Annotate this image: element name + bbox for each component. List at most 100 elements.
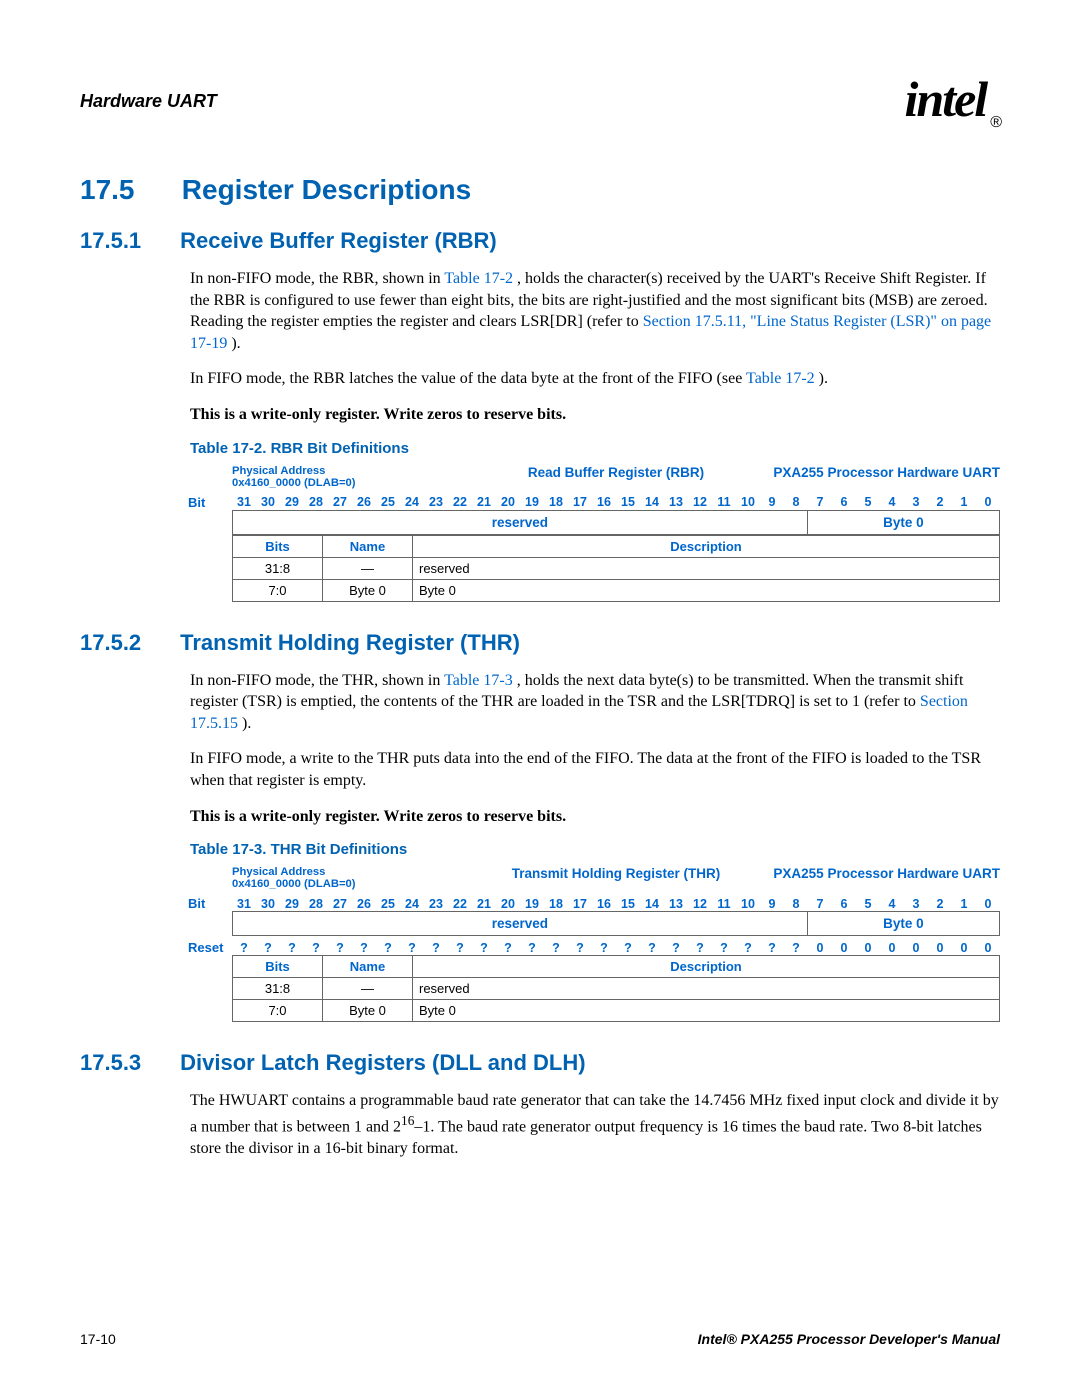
reset-value: ?	[472, 941, 496, 955]
bit-number: 28	[304, 495, 328, 509]
cell-desc: Byte 0	[413, 1000, 1000, 1022]
exponent: 16	[401, 1113, 414, 1128]
bit-number: 5	[856, 897, 880, 911]
intel-logo: intel®	[905, 70, 1000, 132]
heading-17-5-1-title: Receive Buffer Register (RBR)	[180, 228, 497, 253]
text: ).	[231, 335, 240, 352]
label: Physical Address	[232, 465, 488, 477]
bit-number: 26	[352, 495, 376, 509]
bit-number: 12	[688, 495, 712, 509]
reset-value: ?	[448, 941, 472, 955]
table-17-3-regname: Transmit Holding Register (THR)	[488, 866, 744, 890]
bit-number: 16	[592, 495, 616, 509]
bit-number: 28	[304, 897, 328, 911]
reset-value: 0	[904, 941, 928, 955]
col-desc: Description	[413, 535, 1000, 557]
heading-17-5: 17.5 Register Descriptions	[80, 174, 1000, 206]
xref-table-17-3[interactable]: Table 17-3	[444, 672, 513, 689]
bit-number: 4	[880, 495, 904, 509]
bit-number: 5	[856, 495, 880, 509]
bit-number: 20	[496, 495, 520, 509]
footer-page-number: 17-10	[80, 1331, 116, 1347]
bit-number: 3	[904, 495, 928, 509]
bit-number: 4	[880, 897, 904, 911]
table-17-2-bitrow: Bit 313029282726252423222120191817161514…	[188, 495, 1000, 510]
table-row: 31:8—reserved	[233, 557, 1000, 579]
xref-table-17-2-b[interactable]: Table 17-2	[746, 370, 815, 387]
registered-mark: ®	[990, 114, 1000, 131]
bit-number: 16	[592, 897, 616, 911]
bit-number: 9	[760, 495, 784, 509]
table-17-3-chip: PXA255 Processor Hardware UART	[744, 866, 1000, 890]
table-17-2-regname: Read Buffer Register (RBR)	[488, 465, 744, 489]
bit-number: 30	[256, 897, 280, 911]
label: Physical Address	[232, 866, 488, 878]
footer-doc-title: Intel® PXA255 Processor Developer's Manu…	[698, 1331, 1000, 1347]
table-17-2-addr: Physical Address 0x4160_0000 (DLAB=0)	[232, 465, 488, 489]
bit-number: 17	[568, 495, 592, 509]
heading-17-5-2-number: 17.5.2	[80, 630, 174, 656]
value: 0x4160_0000 (DLAB=0)	[232, 477, 488, 489]
table-17-3: Physical Address 0x4160_0000 (DLAB=0) Tr…	[80, 866, 1000, 1022]
reset-value: ?	[688, 941, 712, 955]
heading-17-5-3-number: 17.5.3	[80, 1050, 174, 1076]
bit-number: 31	[232, 897, 256, 911]
bit-number: 13	[664, 897, 688, 911]
text: ).	[242, 715, 251, 732]
value: 0x4160_0000 (DLAB=0)	[232, 878, 488, 890]
page-header: Hardware UART intel®	[80, 70, 1000, 132]
table-17-3-addr: Physical Address 0x4160_0000 (DLAB=0)	[232, 866, 488, 890]
text: In non-FIFO mode, the THR, shown in	[190, 672, 444, 689]
bit-number: 22	[448, 897, 472, 911]
reset-value: 0	[856, 941, 880, 955]
intel-logo-text: intel	[905, 71, 987, 127]
label-bit: Bit	[188, 495, 232, 510]
cell-desc: Byte 0	[413, 579, 1000, 601]
table-17-2-caption: Table 17-2. RBR Bit Definitions	[190, 440, 1000, 457]
bit-number: 0	[976, 897, 1000, 911]
para-17-5-3: The HWUART contains a programmable baud …	[190, 1090, 1000, 1159]
page-footer: 17-10 Intel® PXA255 Processor Developer'…	[80, 1331, 1000, 1347]
table-17-3-resetrow: Reset ????????????????????????00000000	[188, 940, 1000, 955]
reset-value: ?	[328, 941, 352, 955]
reset-value: 0	[976, 941, 1000, 955]
bit-number: 23	[424, 495, 448, 509]
reset-value: ?	[256, 941, 280, 955]
xref-table-17-2[interactable]: Table 17-2	[444, 270, 513, 287]
bit-number: 8	[784, 495, 808, 509]
bit-number: 11	[712, 897, 736, 911]
bit-number: 15	[616, 897, 640, 911]
reset-value: ?	[712, 941, 736, 955]
reset-value: ?	[736, 941, 760, 955]
field-byte0: Byte 0	[808, 912, 999, 935]
bit-number: 24	[400, 495, 424, 509]
heading-17-5-title: Register Descriptions	[182, 174, 471, 205]
bit-number: 27	[328, 495, 352, 509]
table-17-2-header: Physical Address 0x4160_0000 (DLAB=0) Re…	[232, 465, 1000, 489]
bit-number: 12	[688, 897, 712, 911]
table-row: 31:8—reserved	[233, 978, 1000, 1000]
cell-bits: 31:8	[233, 557, 323, 579]
reset-value: 0	[832, 941, 856, 955]
table-17-2-desc: Bits Name Description 31:8—reserved7:0By…	[232, 535, 1000, 602]
heading-17-5-3-title: Divisor Latch Registers (DLL and DLH)	[180, 1050, 585, 1075]
bit-number: 10	[736, 897, 760, 911]
bit-number: 18	[544, 495, 568, 509]
bit-number: 19	[520, 897, 544, 911]
text: In non-FIFO mode, the RBR, shown in	[190, 270, 444, 287]
bit-number: 11	[712, 495, 736, 509]
table-17-2-chip: PXA255 Processor Hardware UART	[744, 465, 1000, 489]
reset-value: ?	[376, 941, 400, 955]
reset-value: 0	[880, 941, 904, 955]
reset-value: ?	[424, 941, 448, 955]
text: ).	[819, 370, 828, 387]
bit-number: 27	[328, 897, 352, 911]
col-bits: Bits	[233, 956, 323, 978]
header-section: Hardware UART	[80, 91, 217, 112]
bit-number: 21	[472, 495, 496, 509]
cell-bits: 7:0	[233, 579, 323, 601]
reset-value: ?	[784, 941, 808, 955]
reset-value: ?	[520, 941, 544, 955]
bit-number: 1	[952, 897, 976, 911]
label-bit: Bit	[188, 896, 232, 911]
